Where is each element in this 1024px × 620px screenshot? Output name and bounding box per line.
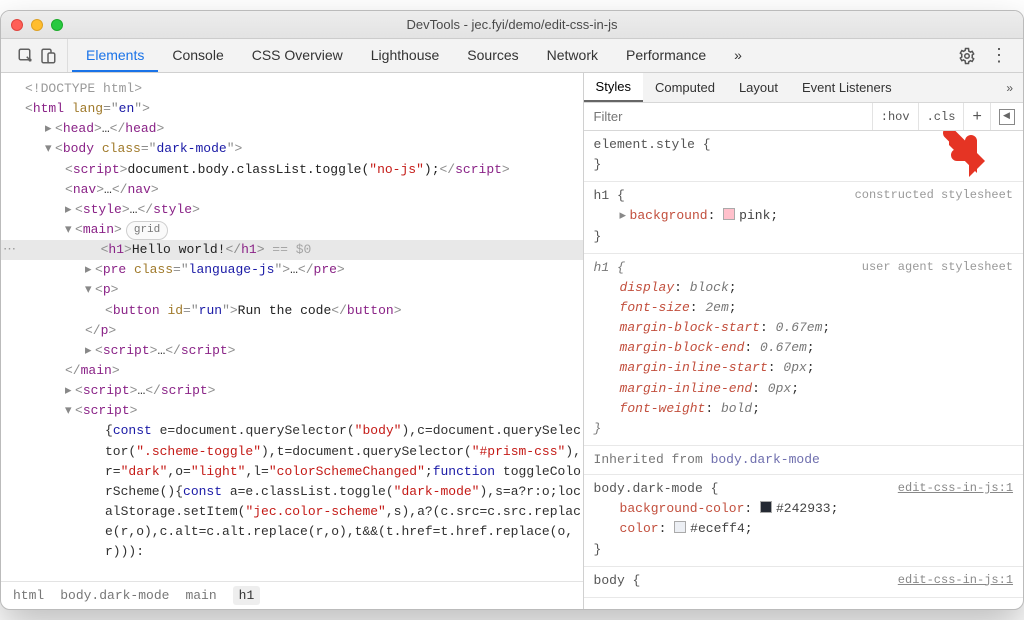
dom-p-close[interactable]: </p> (1, 321, 583, 341)
main-tabs: Elements Console CSS Overview Lighthouse… (68, 39, 756, 72)
dom-p-open[interactable]: ▾<p> (1, 280, 583, 300)
tab-console[interactable]: Console (158, 39, 237, 72)
rule-source-link[interactable]: edit-css-in-js:1 (898, 479, 1013, 498)
style-rules: element.style { } constructed stylesheet… (584, 131, 1023, 609)
subtab-overflow[interactable]: » (996, 81, 1023, 95)
dom-script4-body[interactable]: {const e=document.querySelector("body"),… (1, 421, 583, 562)
dom-script3[interactable]: ▸<script>…</script> (1, 381, 583, 401)
dom-html-open[interactable]: <html lang="en"> (1, 99, 583, 119)
dom-script-nojs[interactable]: <script>document.body.classList.toggle("… (1, 160, 583, 180)
dom-body-open[interactable]: ▾<body class="dark-mode"> (1, 139, 583, 159)
subtab-computed[interactable]: Computed (643, 73, 727, 102)
dom-pre[interactable]: ▸<pre class="language-js">…</pre> (1, 260, 583, 280)
devtools-window: DevTools - jec.fyi/demo/edit-css-in-js E… (0, 10, 1024, 610)
tab-elements[interactable]: Elements (72, 39, 158, 72)
tab-network[interactable]: Network (533, 39, 612, 72)
dom-script4-open[interactable]: ▾<script> (1, 401, 583, 421)
subtab-event-listeners[interactable]: Event Listeners (790, 73, 904, 102)
rule-source: constructed stylesheet (855, 186, 1013, 205)
crumb-html[interactable]: html (13, 588, 44, 603)
hov-toggle[interactable]: :hov (872, 103, 918, 130)
crumb-main[interactable]: main (185, 588, 216, 603)
inspect-icon[interactable] (17, 47, 35, 65)
toggle-sidebar-icon[interactable] (990, 103, 1023, 130)
rule-body-darkmode[interactable]: edit-css-in-js:1 body.dark-mode { backgr… (584, 475, 1023, 567)
subtab-layout[interactable]: Layout (727, 73, 790, 102)
rule-source-link[interactable]: edit-css-in-js:1 (898, 571, 1013, 590)
inherit-divider: Inherited from body.dark-mode (584, 446, 1023, 475)
color-swatch[interactable] (723, 208, 735, 220)
dom-style[interactable]: ▸<style>…</style> (1, 200, 583, 220)
subtab-styles[interactable]: Styles (584, 73, 643, 102)
dom-head[interactable]: ▸<head>…</head> (1, 119, 583, 139)
titlebar: DevTools - jec.fyi/demo/edit-css-in-js (1, 11, 1023, 39)
grid-badge[interactable]: grid (126, 221, 168, 240)
tabs-overflow[interactable]: » (720, 39, 756, 72)
cls-toggle[interactable]: .cls (918, 103, 964, 130)
elements-panel: <!DOCTYPE html> <html lang="en"> ▸<head>… (1, 73, 584, 609)
tab-performance[interactable]: Performance (612, 39, 720, 72)
settings-icon[interactable] (958, 47, 976, 65)
styles-panel: Styles Computed Layout Event Listeners »… (584, 73, 1023, 609)
dom-button[interactable]: <button id="run">Run the code</button> (1, 301, 583, 321)
dom-doctype: <!DOCTYPE html> (25, 81, 142, 96)
dom-script2[interactable]: ▸<script>…</script> (1, 341, 583, 361)
dom-nav[interactable]: <nav>…</nav> (1, 180, 583, 200)
window-title: DevTools - jec.fyi/demo/edit-css-in-js (1, 17, 1023, 32)
kebab-menu-icon[interactable]: ⋮ (990, 45, 1009, 66)
crumb-h1[interactable]: h1 (233, 586, 261, 605)
filter-input[interactable] (584, 103, 872, 130)
main-tabstrip: Elements Console CSS Overview Lighthouse… (1, 39, 1023, 73)
rule-element-style[interactable]: element.style { } (584, 131, 1023, 182)
crumb-body[interactable]: body.dark-mode (60, 588, 169, 603)
styles-filterbar: :hov .cls + (584, 103, 1023, 131)
rule-source: user agent stylesheet (862, 258, 1013, 277)
rule-h1-constructed[interactable]: constructed stylesheet h1 { ▸background:… (584, 182, 1023, 253)
annotation-arrow-icon (941, 131, 989, 182)
device-toggle-icon[interactable] (39, 47, 57, 65)
dom-tree[interactable]: <!DOCTYPE html> <html lang="en"> ▸<head>… (1, 73, 583, 581)
styles-subtabs: Styles Computed Layout Event Listeners » (584, 73, 1023, 103)
tab-css-overview[interactable]: CSS Overview (238, 39, 357, 72)
new-style-rule-button[interactable]: + (963, 103, 990, 130)
inherit-link[interactable]: body.dark-mode (711, 452, 820, 467)
tab-sources[interactable]: Sources (453, 39, 532, 72)
dom-main-close[interactable]: </main> (1, 361, 583, 381)
tab-lighthouse[interactable]: Lighthouse (357, 39, 454, 72)
breadcrumb: html body.dark-mode main h1 (1, 581, 583, 609)
dom-h1-selected[interactable]: <h1>Hello world!</h1> == $0 (1, 240, 583, 260)
dom-main-open[interactable]: ▾<main>grid (1, 220, 583, 240)
rule-body[interactable]: edit-css-in-js:1 body { (584, 567, 1023, 598)
rule-h1-ua[interactable]: user agent stylesheet h1 { display: bloc… (584, 254, 1023, 446)
